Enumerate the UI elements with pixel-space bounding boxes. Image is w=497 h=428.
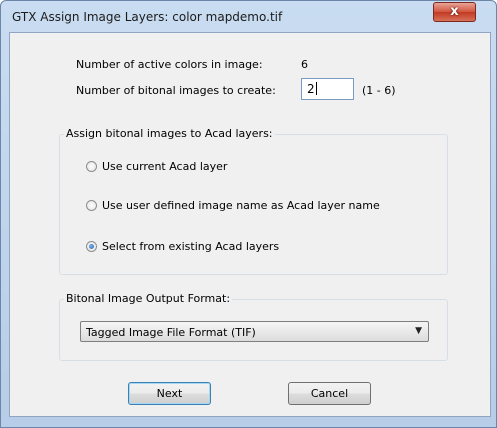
output-format-legend: Bitonal Image Output Format: [64,292,233,305]
bitonal-count-range: (1 - 6) [362,84,396,97]
output-format-select[interactable]: Tagged Image File Format (TIF) ▼ [80,321,429,342]
active-colors-label: Number of active colors in image: [76,58,263,71]
window-title: GTX Assign Image Layers: color mapdemo.t… [12,10,283,24]
bitonal-count-input[interactable]: 2 [301,78,354,100]
title-bar[interactable]: GTX Assign Image Layers: color mapdemo.t… [1,1,496,31]
bitonal-count-value: 2 [307,82,315,96]
next-button[interactable]: Next [128,382,211,405]
radio-label: Select from existing Acad layers [102,240,280,253]
radio-button-icon [86,200,97,211]
assign-layers-legend: Assign bitonal images to Acad layers: [64,127,275,140]
text-caret [315,82,317,95]
radio-button-selected-icon [86,241,97,252]
radio-use-image-name[interactable]: Use user defined image name as Acad laye… [86,199,380,212]
radio-button-icon [86,161,97,172]
output-format-value: Tagged Image File Format (TIF) [86,326,256,339]
chevron-down-icon: ▼ [415,326,422,336]
radio-use-current-layer[interactable]: Use current Acad layer [86,160,227,173]
radio-label: Use current Acad layer [102,160,228,173]
bitonal-count-label: Number of bitonal images to create: [76,84,276,97]
dialog-body: Number of active colors in image: 6 Numb… [9,32,491,417]
active-colors-value: 6 [301,58,308,71]
close-icon: x [450,4,459,19]
dialog-window: GTX Assign Image Layers: color mapdemo.t… [0,0,497,428]
cancel-button[interactable]: Cancel [288,382,371,405]
close-button[interactable]: x [433,2,476,22]
radio-label: Use user defined image name as Acad laye… [102,199,380,212]
radio-select-existing-layers[interactable]: Select from existing Acad layers [86,240,279,253]
